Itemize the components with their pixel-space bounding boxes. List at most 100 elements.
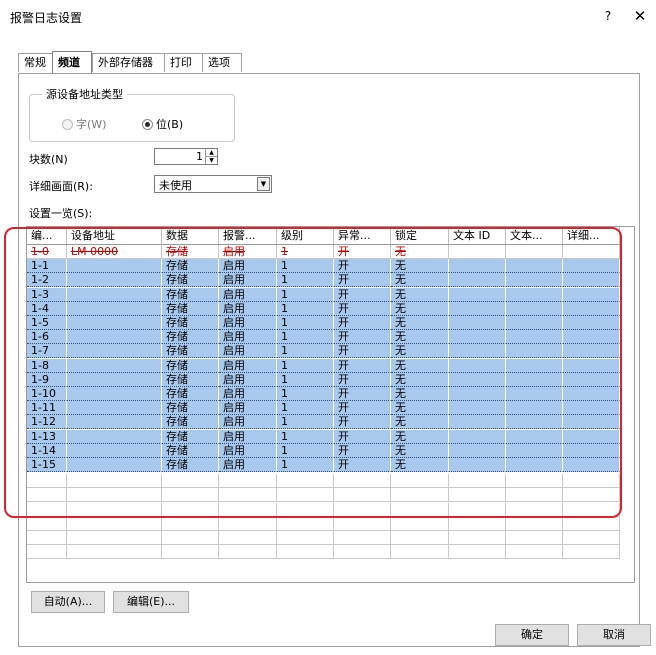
table-cell[interactable]: 启用 (219, 372, 277, 387)
table-row[interactable]: 1-13 存储 启用 1 开无 (27, 429, 634, 444)
table-cell[interactable] (67, 401, 162, 416)
empty-table-cell[interactable] (506, 488, 563, 503)
tab-print[interactable]: 打印 (164, 53, 204, 72)
empty-table-cell[interactable] (27, 502, 67, 517)
table-cell[interactable]: 开 (334, 316, 391, 330)
empty-table-cell[interactable] (67, 531, 162, 545)
table-cell[interactable]: 开 (334, 245, 391, 259)
table-cell[interactable]: 1-15 (27, 458, 67, 472)
col-header-alarm[interactable]: 报警... (219, 227, 277, 245)
settings-grid[interactable]: 编... 设备地址 数据 报警... 级别 异常... 锁定 文本 ID 文本.… (26, 226, 635, 583)
table-cell[interactable]: 存储 (162, 372, 219, 387)
col-header-detail[interactable]: 详细... (563, 227, 620, 245)
table-cell[interactable]: 1-8 (27, 358, 67, 373)
table-cell[interactable] (563, 358, 620, 373)
table-cell[interactable]: 无 (391, 443, 449, 458)
table-cell[interactable]: 1-1 (27, 259, 67, 274)
empty-table-cell[interactable] (162, 488, 219, 503)
table-cell[interactable] (563, 259, 620, 274)
table-cell[interactable]: 存储 (162, 287, 219, 302)
table-cell[interactable]: 无 (391, 344, 449, 359)
table-cell[interactable]: 无 (391, 287, 449, 302)
table-cell[interactable]: 启用 (219, 245, 277, 259)
table-cell[interactable]: 启用 (219, 458, 277, 472)
table-cell[interactable] (67, 259, 162, 274)
bit-radio[interactable]: 位(B) (142, 116, 183, 132)
empty-table-cell[interactable] (391, 474, 449, 489)
empty-table-cell[interactable] (563, 531, 620, 545)
table-cell[interactable] (506, 401, 563, 416)
table-cell[interactable]: 存储 (162, 387, 219, 401)
empty-table-row[interactable] (27, 545, 634, 560)
table-cell[interactable] (67, 358, 162, 373)
table-cell[interactable] (449, 458, 506, 472)
table-cell[interactable] (506, 415, 563, 430)
table-cell[interactable]: 存储 (162, 358, 219, 373)
ok-button[interactable]: 确定 (495, 624, 569, 646)
empty-table-cell[interactable] (277, 531, 334, 545)
help-button[interactable]: ? (598, 6, 618, 26)
table-cell[interactable]: 存储 (162, 273, 219, 288)
empty-table-cell[interactable] (449, 474, 506, 489)
word-radio-dot[interactable] (62, 118, 73, 130)
empty-table-row[interactable] (27, 516, 634, 531)
table-cell[interactable] (67, 273, 162, 288)
table-cell[interactable] (563, 443, 620, 458)
table-cell[interactable] (449, 245, 506, 259)
table-cell[interactable]: 1 (277, 387, 334, 401)
table-cell[interactable]: 开 (334, 358, 391, 373)
table-cell[interactable]: 开 (334, 273, 391, 288)
table-cell[interactable]: 开 (334, 372, 391, 387)
stepper-up-icon[interactable]: ▲ (205, 149, 217, 157)
empty-table-cell[interactable] (27, 516, 67, 531)
table-cell[interactable]: 无 (391, 259, 449, 274)
table-cell[interactable] (67, 415, 162, 430)
table-cell[interactable]: 开 (334, 458, 391, 472)
table-cell[interactable]: 存储 (162, 443, 219, 458)
table-cell[interactable]: 开 (334, 401, 391, 416)
table-row[interactable]: 1-1 存储 启用 1 开无 (27, 259, 634, 274)
col-header-text[interactable]: 文本... (506, 227, 563, 245)
table-cell[interactable]: 开 (334, 387, 391, 401)
table-cell[interactable]: 开 (334, 301, 391, 316)
table-row[interactable]: 1-8 存储 启用 1 开无 (27, 358, 634, 373)
table-row[interactable]: 1-2 存储 启用 1 开无 (27, 273, 634, 288)
empty-table-cell[interactable] (277, 474, 334, 489)
table-cell[interactable]: 开 (334, 259, 391, 274)
blocks-stepper[interactable]: 1 ▲ ▼ (154, 148, 218, 165)
table-cell[interactable] (67, 287, 162, 302)
empty-table-cell[interactable] (334, 474, 391, 489)
table-cell[interactable]: 存储 (162, 330, 219, 345)
table-cell[interactable]: 1 (277, 458, 334, 472)
table-row[interactable]: 1-5 存储 启用 1 开无 (27, 316, 634, 330)
table-cell[interactable]: 1-10 (27, 387, 67, 401)
table-cell[interactable]: 无 (391, 372, 449, 387)
table-cell[interactable]: 启用 (219, 401, 277, 416)
table-cell[interactable] (563, 287, 620, 302)
table-cell[interactable]: 1 (277, 401, 334, 416)
table-cell[interactable] (506, 458, 563, 472)
table-cell[interactable]: 开 (334, 330, 391, 345)
table-row[interactable]: 1-10 存储 启用 1 开无 (27, 387, 634, 401)
table-cell[interactable] (563, 344, 620, 359)
table-cell[interactable]: 1 (277, 259, 334, 274)
table-cell[interactable] (563, 458, 620, 472)
table-cell[interactable] (449, 330, 506, 345)
table-cell[interactable] (506, 372, 563, 387)
table-cell[interactable] (506, 443, 563, 458)
empty-table-cell[interactable] (563, 488, 620, 503)
table-cell[interactable] (449, 443, 506, 458)
table-cell[interactable]: 无 (391, 458, 449, 472)
stepper-down-icon[interactable]: ▼ (205, 157, 217, 164)
table-cell[interactable]: 1 (277, 443, 334, 458)
tab-general[interactable]: 常规 (18, 53, 56, 72)
table-cell[interactable] (506, 387, 563, 401)
table-cell[interactable]: 启用 (219, 330, 277, 345)
table-cell[interactable]: 存储 (162, 245, 219, 259)
empty-table-cell[interactable] (334, 502, 391, 517)
table-cell[interactable]: 存储 (162, 316, 219, 330)
table-cell[interactable]: 存储 (162, 259, 219, 274)
empty-table-cell[interactable] (162, 502, 219, 517)
table-cell[interactable] (67, 443, 162, 458)
table-cell[interactable] (563, 401, 620, 416)
